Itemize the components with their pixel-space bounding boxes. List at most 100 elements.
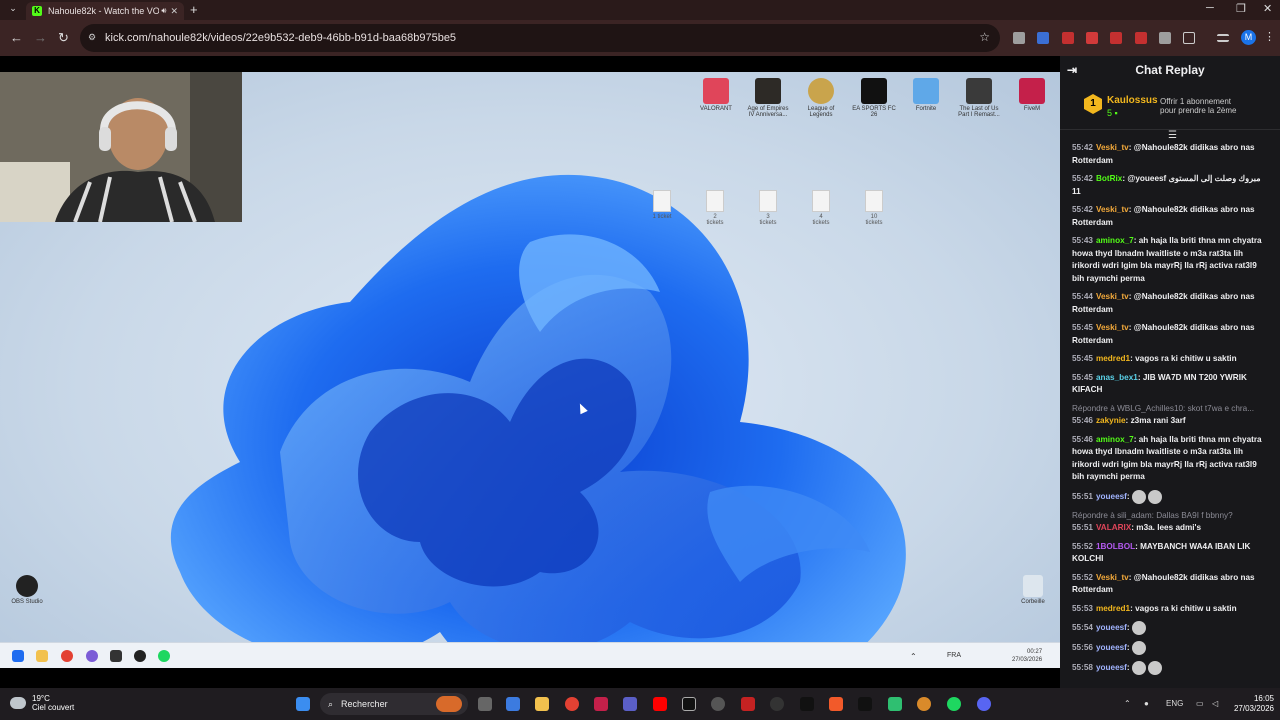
copilot-icon[interactable] (506, 697, 520, 711)
extension-5-icon[interactable] (1110, 32, 1122, 44)
reload-button[interactable]: ↻ (58, 30, 69, 46)
chrome-icon[interactable] (565, 697, 579, 711)
extension-1-icon[interactable] (1013, 32, 1025, 44)
chat-filter-icon[interactable]: ☰ (1168, 130, 1177, 141)
chat-message-list: 55:42 Veski_tv: @Nahoule82k didikas abro … (1060, 142, 1280, 681)
new-tab-button[interactable]: + (190, 2, 198, 17)
taskbar-time: 16:05 (1253, 694, 1274, 703)
close-tab-icon[interactable]: ✕ (170, 6, 178, 17)
desktop-icon-valorant[interactable]: VALORANT (693, 78, 739, 112)
message-username[interactable]: aminox_7 (1096, 236, 1134, 245)
desktop-file-3[interactable]: 3 tickets (758, 190, 778, 226)
message-username[interactable]: VALARIX (1096, 523, 1131, 532)
discord-icon[interactable] (977, 697, 991, 711)
site-info-icon[interactable]: ⚙ (88, 32, 96, 43)
desktop-file-4[interactable]: 4 tickets (811, 190, 831, 226)
taskbar-clock[interactable]: 16:05 27/03/2026 (1232, 694, 1274, 714)
chat-message: 55:45 Veski_tv: @Nahoule82k didikas abro … (1072, 322, 1268, 347)
message-username[interactable]: zakynie (1096, 416, 1126, 425)
message-username[interactable]: medred1 (1096, 354, 1130, 363)
taskbar-search[interactable]: ⌕ Rechercher (320, 693, 468, 715)
address-bar[interactable]: ⚙ kick.com/nahoule82k/videos/22e9b532-de… (80, 24, 1000, 52)
taskbar-lang[interactable]: ENG (1166, 699, 1183, 708)
close-window-button[interactable]: ✕ (1263, 2, 1272, 15)
forward-button[interactable]: → (34, 30, 47, 45)
app-green-icon[interactable] (888, 697, 902, 711)
desktop-icon-ea-fc[interactable]: EA SPORTS FC 26 (851, 78, 897, 118)
desktop-file-5[interactable]: 10 tickets (864, 190, 884, 226)
reply-reference[interactable]: Répondre à sili_adam: Dallas BA9I f bbnn… (1072, 510, 1268, 523)
tw-app-icon[interactable] (858, 697, 872, 711)
app-orange-icon[interactable] (917, 697, 931, 711)
message-username[interactable]: youeesf (1096, 643, 1127, 652)
extension-3-icon[interactable] (1062, 32, 1074, 44)
message-username[interactable]: BotRix (1096, 174, 1122, 183)
teams-icon[interactable] (623, 697, 637, 711)
tab-search-icon[interactable]: ⌄ (6, 3, 20, 17)
message-username[interactable]: anas_bex1 (1096, 373, 1138, 382)
message-username[interactable]: medred1 (1096, 604, 1130, 613)
message-username[interactable]: Veski_tv (1096, 143, 1129, 152)
tab-groups-icon[interactable] (1217, 34, 1229, 42)
xm-icon[interactable] (800, 697, 814, 711)
youtube-icon[interactable] (653, 697, 667, 711)
extension-2-icon[interactable] (1037, 32, 1049, 44)
message-timestamp: 55:51 (1072, 491, 1093, 501)
url-text: kick.com/nahoule82k/videos/22e9b532-deb9… (105, 32, 457, 44)
chat-header: ⇥ Chat Replay (1060, 56, 1280, 84)
extension-7-icon[interactable] (1159, 32, 1171, 44)
speaker-icon[interactable]: 🔊︎ (161, 6, 166, 16)
message-username[interactable]: Veski_tv (1096, 292, 1129, 301)
desktop-file-1[interactable]: 1 ticket (652, 190, 672, 220)
message-timestamp: 55:42 (1072, 174, 1093, 183)
browser-menu-icon[interactable]: ⋮ (1264, 30, 1275, 43)
desktop-icon-fivem[interactable]: FiveM (1009, 78, 1055, 112)
collapse-chat-icon[interactable]: ⇥ (1067, 63, 1077, 77)
task-view-icon[interactable] (478, 697, 492, 711)
start-menu-icon[interactable] (296, 697, 310, 711)
streamed-taskbar: ⌃ FRA 00:27 27/03/2026 (0, 642, 1060, 668)
pinned-username[interactable]: Kaulossus (1107, 95, 1158, 106)
weather-widget[interactable]: 19°C Ciel couvert (10, 694, 74, 712)
message-username[interactable]: Veski_tv (1096, 573, 1129, 582)
maximize-window-button[interactable]: ❐ (1236, 2, 1246, 15)
fivem-icon[interactable] (594, 697, 608, 711)
message-username[interactable]: 1BOLBOL (1096, 542, 1135, 551)
profile-avatar[interactable]: M (1241, 30, 1256, 45)
search-highlight-icon (436, 696, 462, 712)
network-icon[interactable]: ▭ (1196, 699, 1204, 708)
extensions-puzzle-icon[interactable] (1183, 32, 1195, 44)
extension-4-icon[interactable] (1086, 32, 1098, 44)
message-username[interactable]: Veski_tv (1096, 323, 1129, 332)
obs-icon[interactable] (770, 697, 784, 711)
chevron-up-icon[interactable]: ⌃ (1124, 699, 1131, 708)
message-username[interactable]: aminox_7 (1096, 435, 1134, 444)
desktop-icon-fortnite[interactable]: Fortnite (903, 78, 949, 112)
brave-icon[interactable] (829, 697, 843, 711)
message-username[interactable]: youeesf (1096, 663, 1127, 672)
desktop-icon-last-of-us[interactable]: The Last of Us Part I Remast... (956, 78, 1002, 118)
desktop-icon-age-of-empires[interactable]: Age of Empires IV Anniversa... (745, 78, 791, 118)
desktop-file-2[interactable]: 2 tickets (705, 190, 725, 226)
chat-message: 55:58 youeesf: (1072, 661, 1268, 675)
message-username[interactable]: youeesf (1096, 623, 1127, 632)
bookmark-star-icon[interactable]: ☆ (979, 30, 990, 44)
message-username[interactable]: Veski_tv (1096, 205, 1129, 214)
desktop-icon-recycle-bin[interactable]: Corbeille (1010, 575, 1056, 605)
fn-app-icon[interactable] (682, 697, 696, 711)
spotify-icon[interactable] (947, 697, 961, 711)
reply-reference[interactable]: Répondre à WBLG_Achilles10: skot t7wa e … (1072, 403, 1268, 416)
gift-subscription-button[interactable]: Offrir 1 abonnement pour prendre la 2ème (1160, 97, 1237, 115)
app-red-icon[interactable] (741, 697, 755, 711)
desktop-icon-obs[interactable]: OBS Studio (4, 575, 50, 605)
desktop-icon-league-of-legends[interactable]: League of Legends (798, 78, 844, 118)
tab-kick-video[interactable]: K Nahoule82k - Watch the VO 🔊︎ ✕ (26, 2, 184, 20)
microphone-icon[interactable]: ● (1144, 699, 1149, 708)
volume-icon[interactable]: ◁ (1212, 699, 1218, 708)
back-button[interactable]: ← (10, 30, 23, 45)
extension-6-icon[interactable] (1135, 32, 1147, 44)
file-explorer-icon[interactable] (535, 697, 549, 711)
message-username[interactable]: youeesf (1096, 492, 1127, 501)
app-icon[interactable] (711, 697, 725, 711)
minimize-window-button[interactable]: ─ (1206, 2, 1214, 14)
